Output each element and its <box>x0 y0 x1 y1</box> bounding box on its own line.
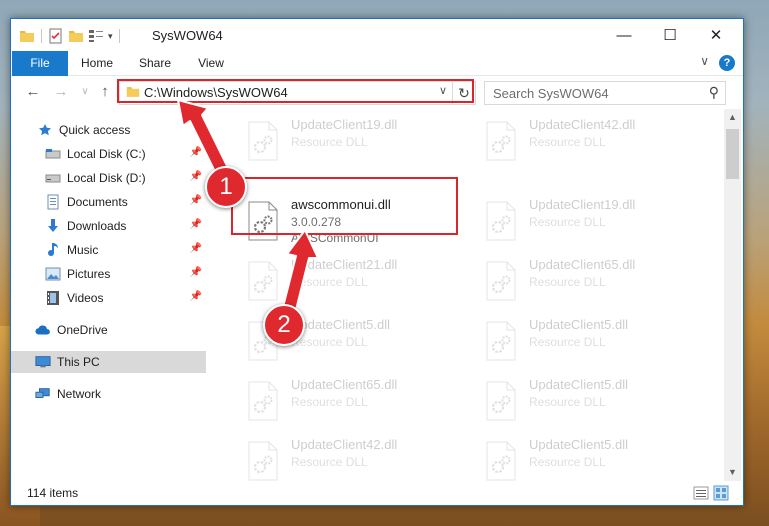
step-1-badge: 1 <box>205 166 247 208</box>
step-2-badge: 2 <box>263 304 305 346</box>
annotation-arrows <box>177 99 319 311</box>
annotation-arrow-2 <box>282 229 319 311</box>
